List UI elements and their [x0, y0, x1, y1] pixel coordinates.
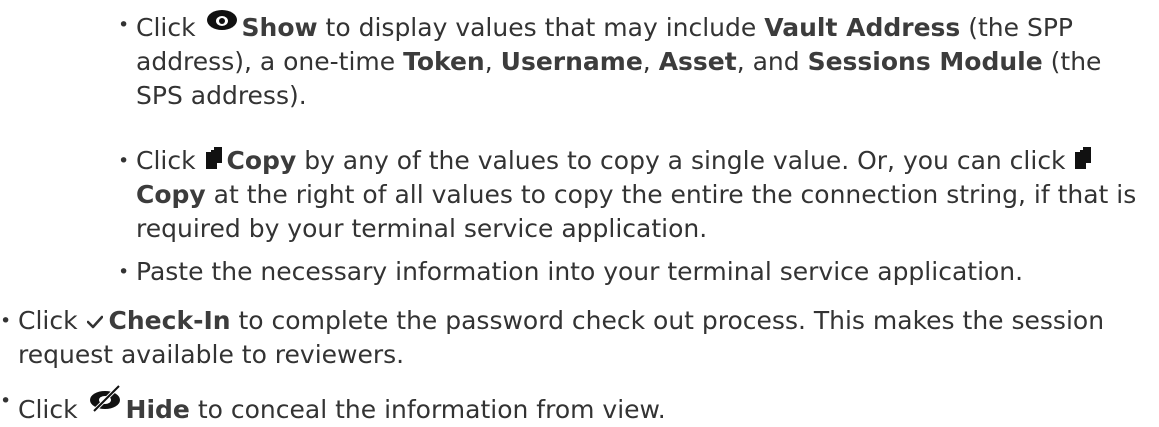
text-segment: at the right of all values to copy the e… [136, 180, 1137, 243]
text-segment: by any of the values to copy a single va… [296, 146, 1074, 175]
copy-icon [1075, 147, 1092, 169]
list-item-copy: Click Copy by any of the values to copy … [118, 144, 1143, 246]
term-asset: Asset [658, 47, 737, 76]
text-segment: Click [18, 306, 86, 335]
text-segment: Click [136, 13, 204, 42]
text-segment: , [642, 47, 659, 76]
text-segment: , [484, 47, 501, 76]
term-username: Username [500, 47, 643, 76]
copy-icon [205, 147, 222, 169]
eye-slash-icon [88, 384, 124, 418]
list-item-paste: Paste the necessary information into you… [118, 255, 1143, 289]
copy-label: Copy [226, 146, 297, 175]
checkmark-icon [86, 315, 103, 329]
document-page: { "list": { "show": { "p1": "Click ", "b… [0, 0, 1159, 424]
checkin-label: Check-In [108, 306, 231, 335]
copy-label: Copy [136, 180, 206, 209]
list-item-hide: Click Hide to conceal the information fr… [0, 384, 1143, 427]
list-item-checkin: Click Check-In to complete the password … [0, 304, 1143, 372]
term-sessions-module: Sessions Module [807, 47, 1043, 76]
show-label: Show [241, 13, 318, 42]
list-item-show: Click Show to display values that may in… [118, 8, 1143, 113]
eye-icon [206, 8, 238, 36]
term-token: Token [403, 47, 485, 76]
text-segment: to display values that may include [317, 13, 765, 42]
text-segment: , and [736, 47, 808, 76]
term-vault-address: Vault Address [764, 13, 961, 42]
text-segment: Paste the necessary information into you… [136, 257, 1024, 286]
text-segment: Click [136, 146, 204, 175]
